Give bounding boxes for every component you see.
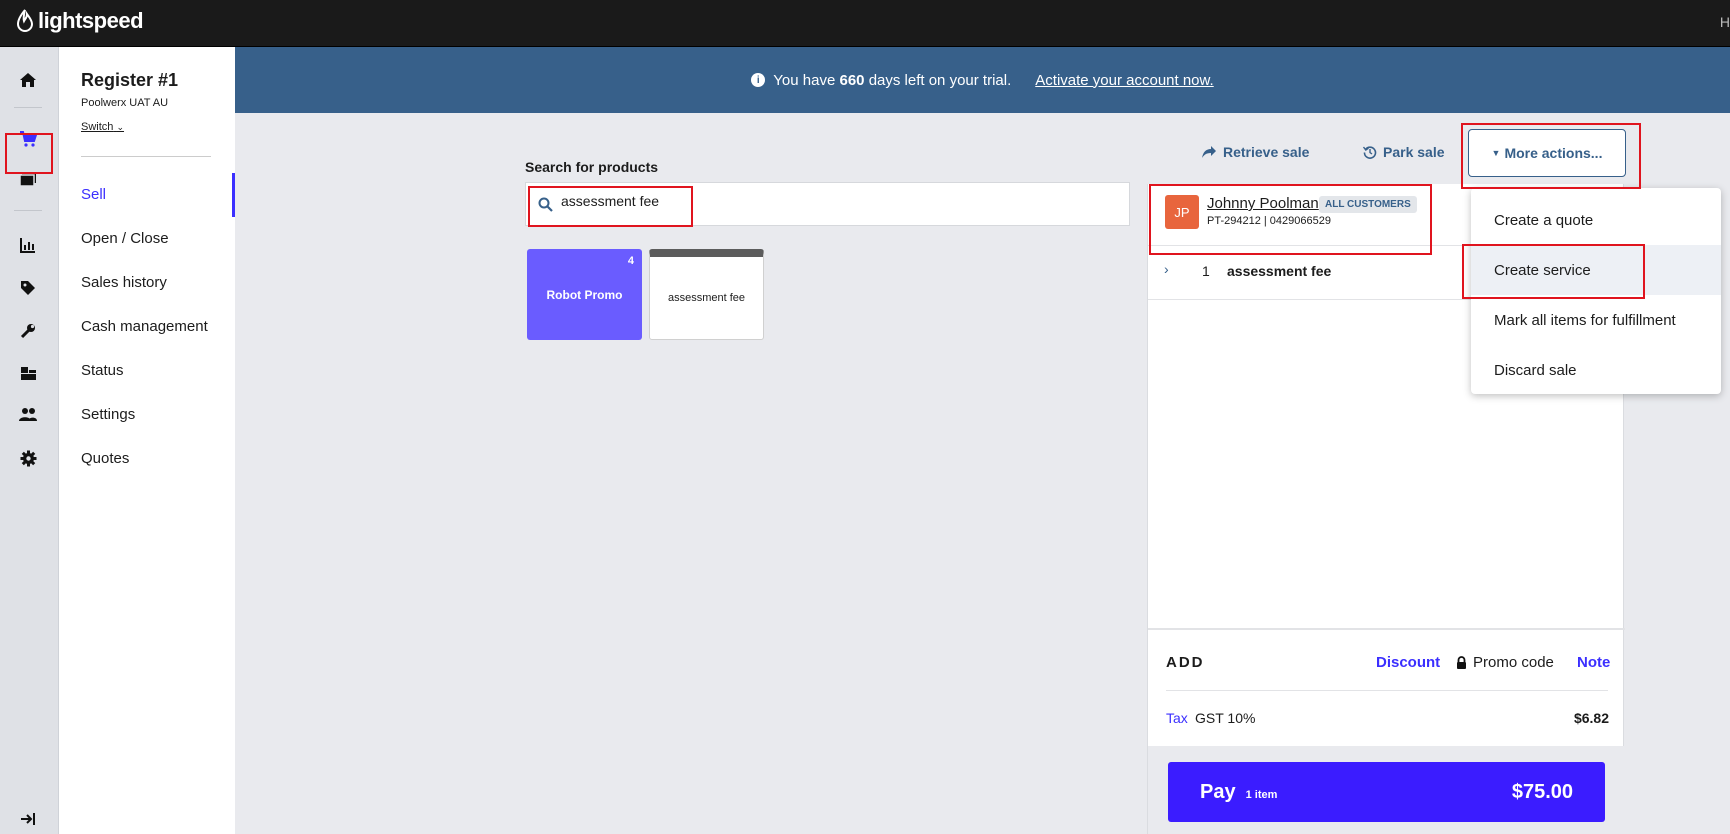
- customer-avatar: JP: [1165, 195, 1199, 229]
- retrieve-sale-button[interactable]: Retrieve sale: [1201, 144, 1309, 160]
- trial-days: 660: [839, 71, 865, 89]
- add-section: ADD Discount Promo code Note Tax GST 10%…: [1148, 628, 1625, 834]
- share-arrow-icon: [1202, 146, 1216, 158]
- search-icon: [538, 197, 553, 212]
- customer-detail: PT-294212 | 0429066529: [1207, 215, 1331, 227]
- info-icon: i: [751, 73, 766, 87]
- rail-divider: [14, 210, 42, 211]
- chevron-right-icon[interactable]: ›: [1164, 261, 1169, 277]
- promo-code-label: Promo code: [1473, 654, 1554, 671]
- discount-link[interactable]: Discount: [1376, 654, 1440, 671]
- product-search[interactable]: [525, 182, 1130, 226]
- home-icon[interactable]: [12, 64, 44, 96]
- sidebar-item-sell[interactable]: Sell: [81, 186, 106, 203]
- wrench-icon[interactable]: [12, 315, 44, 347]
- outlet-name: Poolwerx UAT AU: [81, 97, 169, 109]
- pay-total: $75.00: [1511, 780, 1573, 803]
- topbar-user-menu[interactable]: H: [1720, 14, 1730, 30]
- tax-label[interactable]: Tax: [1166, 710, 1188, 726]
- caret-down-icon: ▼: [1491, 148, 1501, 158]
- park-sale-button[interactable]: Park sale: [1363, 144, 1445, 160]
- menu-item-discard-sale[interactable]: Discard sale: [1471, 345, 1721, 395]
- sidebar-item-quotes[interactable]: Quotes: [81, 450, 129, 467]
- add-divider: [1166, 690, 1608, 691]
- sidebar-divider: [81, 156, 211, 157]
- cart-icon[interactable]: [12, 123, 44, 155]
- retrieve-sale-label: Retrieve sale: [1223, 144, 1310, 160]
- search-input[interactable]: [561, 193, 961, 209]
- pay-area: Pay 1 item $75.00: [1148, 746, 1625, 834]
- lock-icon: [1457, 656, 1466, 669]
- chevron-down-icon: ⌄: [116, 122, 125, 132]
- trial-suffix: days left on your trial.: [868, 71, 1012, 89]
- pay-button[interactable]: Pay 1 item $75.00: [1168, 762, 1605, 822]
- catalog-icon[interactable]: [12, 163, 44, 195]
- search-label: Search for products: [525, 159, 659, 175]
- park-sale-label: Park sale: [1383, 144, 1445, 160]
- sidebar-item-settings[interactable]: Settings: [81, 406, 135, 423]
- tile-label: Robot Promo: [546, 287, 623, 302]
- rail-divider: [14, 107, 42, 108]
- active-indicator: [232, 173, 235, 217]
- switch-label: Switch: [81, 121, 114, 133]
- settings-icon[interactable]: [12, 442, 44, 474]
- more-actions-button[interactable]: ▼ More actions...: [1468, 129, 1626, 177]
- top-bar: lightspeed H: [0, 0, 1730, 47]
- trial-prefix: You have: [773, 71, 836, 89]
- expand-icon[interactable]: [12, 803, 44, 834]
- register-title: Register #1: [81, 70, 179, 90]
- sidebar: Register #1 Poolwerx UAT AU Switch ⌄ Sel…: [59, 47, 235, 834]
- line-item-name: assessment fee: [1227, 263, 1332, 279]
- flame-logo-icon: [16, 9, 34, 32]
- promo-code-link[interactable]: Promo code: [1456, 654, 1554, 671]
- sidebar-item-open-close[interactable]: Open / Close: [81, 230, 169, 247]
- customer-name-link[interactable]: Johnny Poolman: [1207, 195, 1319, 212]
- reports-icon[interactable]: [12, 229, 44, 261]
- sidebar-item-status[interactable]: Status: [81, 362, 124, 379]
- line-item-quantity: 1: [1202, 263, 1210, 279]
- add-heading: ADD: [1166, 654, 1205, 671]
- tile-label: assessment fee: [667, 292, 746, 304]
- menu-item-create-quote[interactable]: Create a quote: [1471, 195, 1721, 245]
- more-actions-label: More actions...: [1504, 145, 1603, 161]
- sidebar-item-sales-history[interactable]: Sales history: [81, 274, 167, 291]
- customers-icon[interactable]: [12, 399, 44, 431]
- pay-label: Pay: [1200, 780, 1236, 803]
- switch-register-link[interactable]: Switch ⌄: [81, 121, 124, 133]
- sidebar-item-cash-management[interactable]: Cash management: [81, 318, 208, 335]
- tile-count-badge: 4: [627, 255, 634, 267]
- activate-account-link[interactable]: Activate your account now.: [1035, 72, 1213, 89]
- pay-item-count: 1 item: [1245, 788, 1278, 801]
- menu-item-create-service[interactable]: Create service: [1471, 245, 1721, 295]
- tax-description: GST 10%: [1195, 710, 1256, 726]
- tag-icon[interactable]: [12, 272, 44, 304]
- tax-value: $6.82: [1573, 710, 1609, 726]
- product-tile-assessment-fee[interactable]: assessment fee: [649, 249, 764, 340]
- icon-rail: [0, 47, 59, 834]
- trial-banner: i You have 660 days left on your trial. …: [235, 47, 1730, 113]
- menu-item-mark-fulfillment[interactable]: Mark all items for fulfillment: [1471, 295, 1721, 345]
- lightspeed-logo[interactable]: lightspeed: [16, 8, 144, 34]
- customer-group-badge: ALL CUSTOMERS: [1319, 196, 1417, 213]
- more-actions-menu: Create a quote Create service Mark all i…: [1471, 188, 1721, 394]
- product-tile-robot-promo[interactable]: 4 Robot Promo: [527, 249, 642, 340]
- inventory-icon[interactable]: [12, 357, 44, 389]
- brand-name: lightspeed: [38, 8, 144, 33]
- history-icon: [1363, 146, 1377, 159]
- note-link[interactable]: Note: [1577, 654, 1610, 671]
